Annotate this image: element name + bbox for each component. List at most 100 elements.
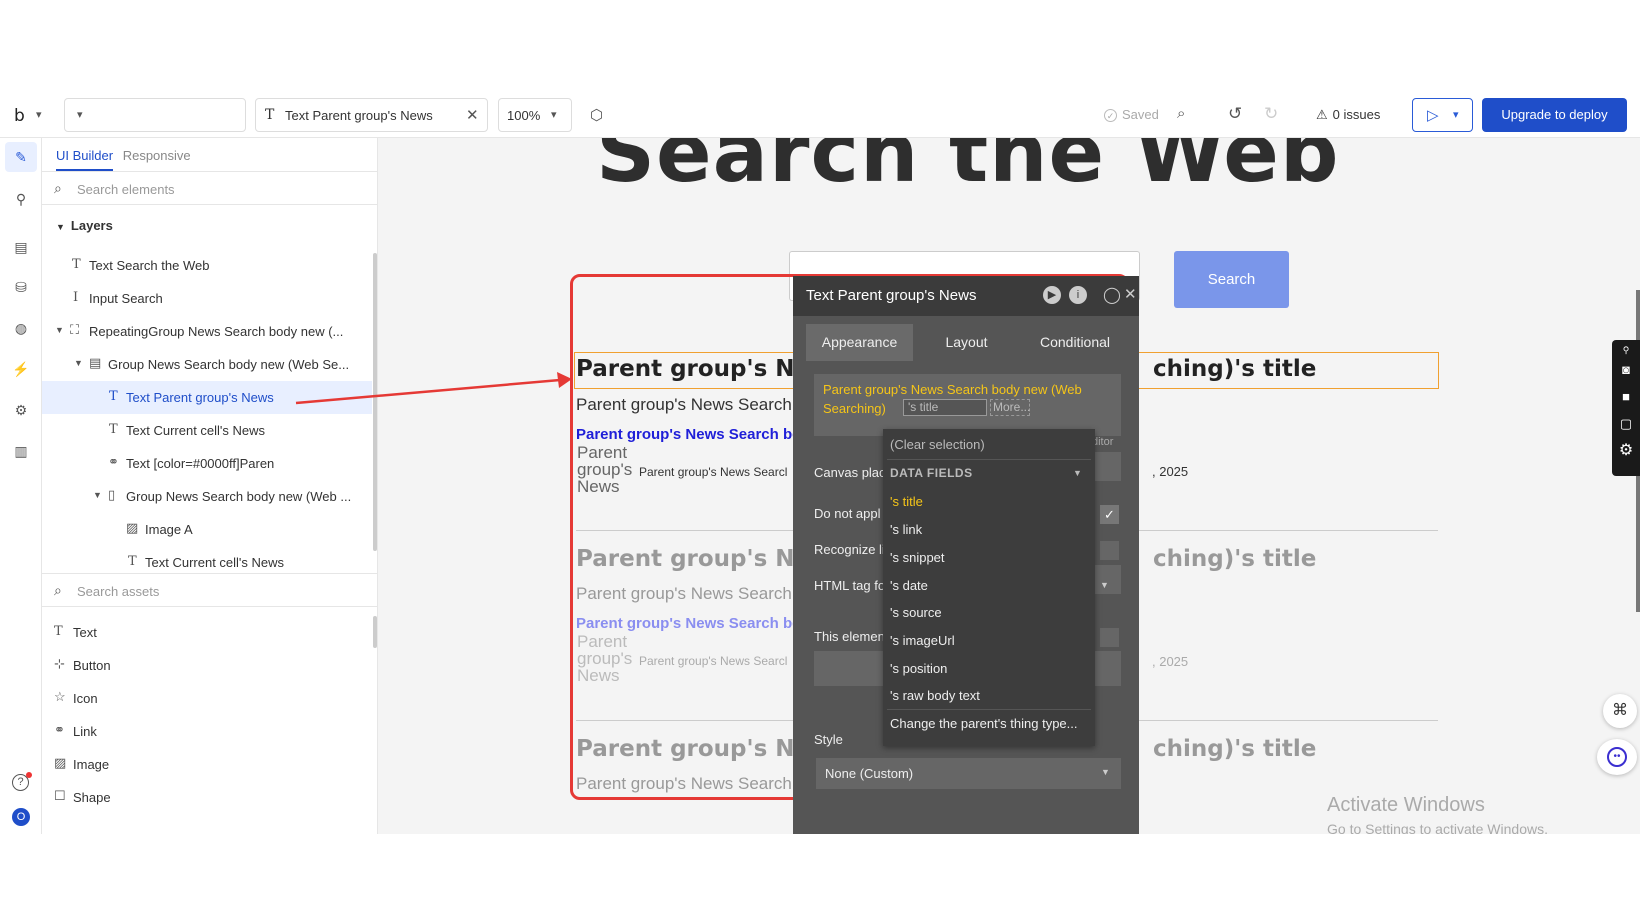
zoom-select[interactable]: 100% ▾ [498,98,572,132]
asset-item[interactable]: ☆ Icon [42,682,372,715]
style-select[interactable]: None (Custom) ▼ [816,758,1121,789]
settings-icon[interactable]: ⚙ [12,401,30,419]
logs-chart-icon[interactable]: ▥ [12,442,30,460]
layer-item[interactable]: ▼ ▤ Group News Search body new (Web Se..… [42,348,372,381]
undo-icon[interactable]: ↺ [1228,104,1242,124]
layer-item[interactable]: ▼ ⛶ RepeatingGroup News Search body new … [42,315,372,348]
tab-conditional[interactable]: Conditional [1020,324,1130,361]
dropdown-option-raw-body-text[interactable]: 's raw body text [890,688,980,703]
do-not-apply-checkbox[interactable]: ✓ [1100,505,1119,524]
caret-down-icon[interactable]: ▼ [74,358,83,368]
comment-icon[interactable]: ◯ [1103,285,1121,305]
pencil-design-icon[interactable]: ✎ [5,142,37,172]
asset-item[interactable]: ▨ Image [42,748,372,781]
text-element-icon: T [109,389,118,404]
star-icon: ☆ [54,690,66,705]
gear-icon[interactable]: ⚙ [1618,443,1634,459]
search-assets-placeholder: Search assets [77,584,160,599]
row-title-end[interactable]: ching)'s title [1153,356,1316,382]
asset-item[interactable]: T Text [42,616,372,649]
row-title-end[interactable]: ching)'s title [1153,546,1316,572]
avatar[interactable]: O [12,808,30,826]
data-fields-header[interactable]: DATA FIELDS [890,466,973,480]
element-select[interactable]: T Text Parent group's News ✕ [255,98,488,132]
dropdown-option-position[interactable]: 's position [890,661,947,676]
layer-item[interactable]: I Input Search [42,282,372,315]
cube-icon[interactable]: ⬡ [590,106,603,124]
image-icon: ▨ [54,756,67,771]
caret-down-icon[interactable]: ▼ [93,490,102,500]
canvas-heading[interactable]: Search the Web [596,138,1340,201]
tab-layout[interactable]: Layout [913,324,1020,361]
row-title-end[interactable]: ching)'s title [1153,736,1316,762]
assets-scrollbar[interactable] [373,616,377,648]
layer-item[interactable]: ▼ ▯ Group News Search body new (Web ... [42,480,372,513]
workflow-icon[interactable]: ⚲ [12,190,30,208]
issues-button[interactable]: ⚠ 0 issues [1316,107,1380,123]
asset-item[interactable]: ⚭ Link [42,715,372,748]
layer-item[interactable]: T Text Current cell's News [42,414,372,447]
preview-button[interactable]: ▷ ▾ [1412,98,1473,132]
editor-link[interactable]: ditor [1092,436,1113,448]
close-icon[interactable]: ✕ [1124,285,1137,303]
dropdown-option-title[interactable]: 's title [890,494,923,509]
info-icon[interactable]: i [1069,286,1087,304]
dropdown-option-imageurl[interactable]: 's imageUrl [890,633,955,648]
close-icon[interactable]: ✕ [466,106,479,124]
expression-chip[interactable]: 's title [903,399,987,416]
image-icon: ▨ [126,521,139,536]
clear-selection-option[interactable]: (Clear selection) [890,437,985,452]
this-element-checkbox[interactable] [1100,628,1119,647]
styles-icon[interactable]: ▤ [12,238,30,256]
search-icon[interactable]: ⌕ [1177,105,1185,122]
layer-item[interactable]: ▨ Image A [42,513,372,546]
property-editor-header[interactable]: Text Parent group's News ▶ i ◯ ✕ [793,276,1139,316]
search-assets-input[interactable]: ⌕ Search assets [42,573,378,607]
asset-item[interactable]: ☐ Shape [42,781,372,814]
pin-icon[interactable]: ⚲ [1618,342,1634,358]
bubble-logo[interactable]: b [14,106,25,126]
canvas-search-button[interactable]: Search [1174,251,1289,308]
play-icon[interactable]: ▶ [1043,286,1061,304]
layer-item-selected[interactable]: T Text Parent group's News [42,381,372,414]
redo-icon[interactable]: ↻ [1264,104,1278,124]
camera-icon[interactable]: ◙ [1618,362,1634,378]
dropdown-option-link[interactable]: 's link [890,522,922,537]
layers-header[interactable]: ▼ Layers [56,218,113,233]
page-select[interactable]: ▾ [64,98,246,132]
element-select-label: Text Parent group's News [285,108,433,123]
caret-down-icon[interactable]: ▼ [55,325,64,335]
window-icon[interactable]: ▢ [1618,416,1634,432]
canvas-placeholder-field[interactable] [1091,452,1121,481]
layers-scrollbar[interactable] [373,253,377,551]
assistant-bot-button[interactable]: •• [1597,739,1637,775]
command-shortcut-icon[interactable]: ⌘ [1603,694,1637,728]
link-icon: ⚭ [108,455,119,470]
layer-item[interactable]: ⚭ Text [color=#0000ff]Paren [42,447,372,480]
asset-item[interactable]: ⊹ Button [42,649,372,682]
dropdown-option-source[interactable]: 's source [890,605,942,620]
expression-more[interactable]: More... [990,399,1030,416]
palette-icon[interactable]: ◍ [12,319,30,337]
row-date[interactable]: , 2025 [1152,654,1188,669]
upgrade-to-deploy-button[interactable]: Upgrade to deploy [1482,98,1627,132]
logo-chevron-down-icon[interactable]: ▾ [36,108,42,121]
design-canvas[interactable]: Search the Web Search Parent group's Nev… [378,138,1640,834]
dropdown-option-snippet[interactable]: 's snippet [890,550,945,565]
dropdown-option-date[interactable]: 's date [890,578,928,593]
tab-responsive[interactable]: Responsive [123,148,191,163]
dynamic-expression-field[interactable]: Parent group's News Search body new (Web… [814,374,1121,436]
caret-down-icon[interactable]: ▼ [1073,468,1082,478]
tab-appearance[interactable]: Appearance [806,324,913,361]
help-icon[interactable]: ? [12,772,32,791]
row-date[interactable]: , 2025 [1152,464,1188,479]
layer-item[interactable]: T Text Search the Web [42,249,372,282]
layer-label: Group News Search body new (Web Se... [108,357,350,372]
search-elements-input[interactable]: ⌕ Search elements [42,171,378,205]
tab-ui-builder[interactable]: UI Builder [56,148,114,171]
plugin-icon[interactable]: ⚡ [12,360,30,378]
recognize-links-checkbox[interactable] [1100,541,1119,560]
video-icon[interactable]: ■ [1618,389,1634,405]
database-icon[interactable]: ⛁ [12,278,30,296]
change-thing-type-option[interactable]: Change the parent's thing type... [890,716,1078,731]
